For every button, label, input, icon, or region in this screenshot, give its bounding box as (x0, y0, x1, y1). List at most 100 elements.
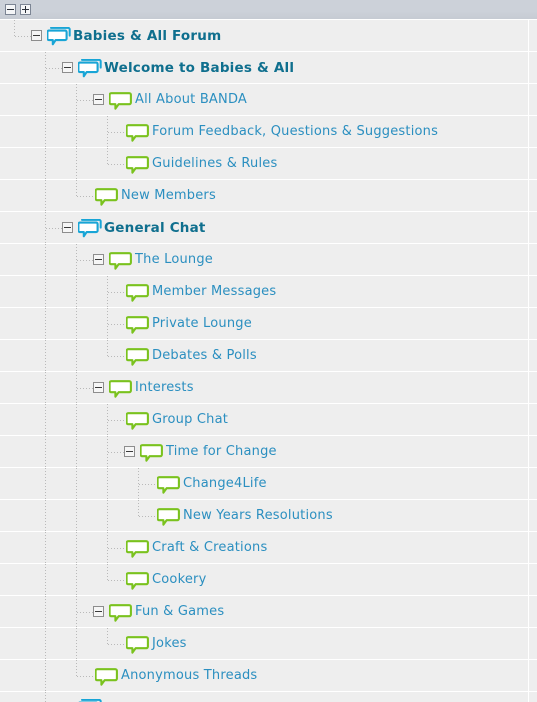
tree-row[interactable]: The Lounge (0, 244, 537, 276)
speech-bubble-icon[interactable] (126, 155, 150, 175)
forum-link[interactable]: New Members (121, 187, 216, 205)
tree-row-partial[interactable] (0, 692, 537, 702)
tree-row[interactable]: Private Lounge (0, 308, 537, 340)
speech-bubble-icon[interactable] (126, 635, 150, 655)
collapse-node-button[interactable] (93, 94, 104, 105)
forum-link[interactable]: Guidelines & Rules (152, 155, 277, 173)
collapse-node-button[interactable] (93, 254, 104, 265)
column-separator (528, 116, 529, 147)
speech-bubble-icon[interactable] (95, 187, 119, 207)
tree-row[interactable]: Debates & Polls (0, 340, 537, 372)
tree-row[interactable]: All About BANDA (0, 84, 537, 116)
tree-elbow-horizontal (46, 68, 62, 69)
tree-row[interactable]: Forum Feedback, Questions & Suggestions (0, 116, 537, 148)
tree-row[interactable]: Jokes (0, 628, 537, 660)
collapse-all-button[interactable] (5, 4, 16, 15)
tree-elbow-horizontal (108, 644, 125, 645)
speech-bubble-icon[interactable] (157, 475, 181, 495)
speech-bubble-icon[interactable] (126, 283, 150, 303)
speech-bubble-icon[interactable] (126, 347, 150, 367)
tree-guide-line (45, 596, 46, 628)
speech-bubble-icon[interactable] (109, 91, 133, 111)
forum-link[interactable]: Change4Life (183, 475, 267, 493)
speech-bubble-icon[interactable] (126, 571, 150, 591)
collapse-node-button[interactable] (62, 62, 73, 73)
forum-link[interactable]: Time for Change (166, 443, 277, 461)
double-speech-bubble-icon[interactable] (78, 59, 102, 79)
tree-guide-line (45, 180, 46, 212)
forum-link[interactable]: All About BANDA (135, 91, 247, 109)
tree-guide-line (76, 628, 77, 660)
tree-row[interactable]: Craft & Creations (0, 532, 537, 564)
forum-link[interactable]: Forum Feedback, Questions & Suggestions (152, 123, 438, 141)
column-separator (528, 52, 529, 83)
forum-link[interactable]: The Lounge (135, 251, 213, 269)
forum-link[interactable]: Debates & Polls (152, 347, 257, 365)
tree-row[interactable]: General Chat (0, 212, 537, 244)
speech-bubble-icon[interactable] (126, 315, 150, 335)
speech-bubble-icon[interactable] (126, 411, 150, 431)
speech-bubble-icon[interactable] (109, 251, 133, 271)
collapse-node-button[interactable] (62, 222, 73, 233)
tree-guide-line (45, 116, 46, 148)
collapse-node-button[interactable] (124, 446, 135, 457)
category-link[interactable]: General Chat (104, 219, 206, 237)
speech-bubble-icon[interactable] (126, 539, 150, 559)
tree-row[interactable]: Group Chat (0, 404, 537, 436)
tree-guide-line (45, 372, 46, 404)
forum-link[interactable]: Member Messages (152, 283, 276, 301)
tree-row[interactable]: New Members (0, 180, 537, 212)
tree-row[interactable]: Babies & All Forum (0, 20, 537, 52)
forum-link[interactable]: Cookery (152, 571, 207, 589)
tree-row[interactable]: Anonymous Threads (0, 660, 537, 692)
collapse-node-button[interactable] (31, 30, 42, 41)
double-speech-bubble-icon[interactable] (78, 219, 102, 239)
tree-elbow-horizontal (15, 36, 31, 37)
forum-link[interactable]: Private Lounge (152, 315, 252, 333)
expand-all-button[interactable] (20, 4, 31, 15)
speech-bubble-icon[interactable] (140, 443, 164, 463)
tree-row[interactable]: Cookery (0, 564, 537, 596)
category-link[interactable]: Babies & All Forum (73, 27, 221, 45)
forum-link[interactable]: Fun & Games (135, 603, 224, 621)
tree-row[interactable]: Fun & Games (0, 596, 537, 628)
forum-link[interactable]: Group Chat (152, 411, 228, 429)
forum-tree-app: Babies & All Forum Welcome to Babies & Al… (0, 0, 537, 702)
tree-elbow-horizontal (77, 388, 93, 389)
tree-row[interactable]: Guidelines & Rules (0, 148, 537, 180)
tree-toolbar (0, 0, 537, 20)
double-speech-bubble-icon[interactable] (47, 27, 71, 47)
speech-bubble-icon[interactable] (109, 379, 133, 399)
collapse-node-button[interactable] (93, 382, 104, 393)
speech-bubble-icon[interactable] (95, 667, 119, 687)
forum-link[interactable]: Jokes (152, 635, 187, 653)
column-separator (528, 596, 529, 627)
tree-guide-line (76, 116, 77, 148)
tree-row[interactable]: Change4Life (0, 468, 537, 500)
speech-bubble-icon[interactable] (126, 123, 150, 143)
tree-elbow-horizontal (108, 132, 125, 133)
tree-guide-line (76, 148, 77, 180)
column-separator (528, 276, 529, 307)
tree-row[interactable]: Member Messages (0, 276, 537, 308)
collapse-node-button[interactable] (93, 606, 104, 617)
tree-guide-line (76, 436, 77, 468)
tree-row[interactable]: Interests (0, 372, 537, 404)
column-separator (528, 244, 529, 275)
speech-bubble-icon[interactable] (157, 507, 181, 527)
tree-row[interactable]: Welcome to Babies & All (0, 52, 537, 84)
column-separator (528, 180, 529, 211)
tree-elbow-horizontal (108, 164, 125, 165)
tree-row[interactable]: New Years Resolutions (0, 500, 537, 532)
forum-link[interactable]: Anonymous Threads (121, 667, 257, 685)
tree-guide-line (45, 148, 46, 180)
forum-link[interactable]: Craft & Creations (152, 539, 267, 557)
forum-link[interactable]: New Years Resolutions (183, 507, 333, 525)
tree-row[interactable]: Time for Change (0, 436, 537, 468)
tree-elbow-vertical (107, 628, 108, 645)
tree-guide-line (45, 564, 46, 596)
tree-guide-line (76, 404, 77, 436)
speech-bubble-icon[interactable] (109, 603, 133, 623)
forum-link[interactable]: Interests (135, 379, 194, 397)
category-link[interactable]: Welcome to Babies & All (104, 59, 294, 77)
